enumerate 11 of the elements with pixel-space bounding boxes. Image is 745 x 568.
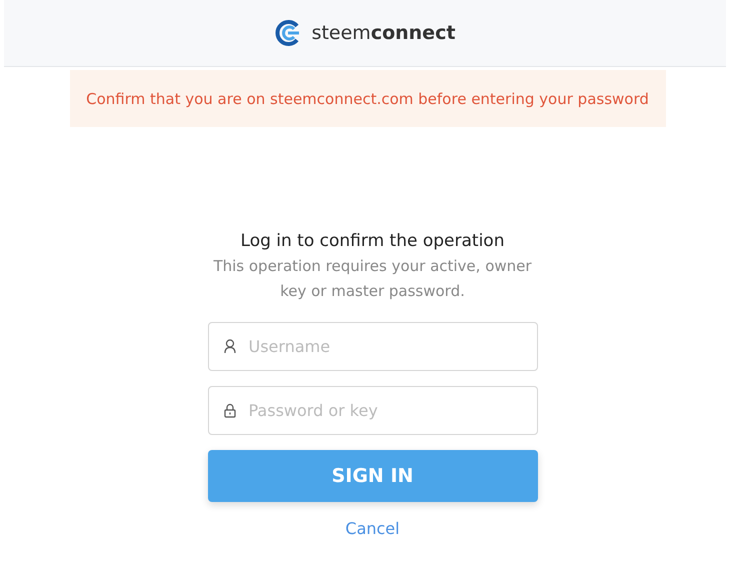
user-icon bbox=[224, 339, 236, 354]
cancel-link[interactable]: Cancel bbox=[345, 519, 400, 538]
lock-icon bbox=[224, 403, 236, 418]
username-field[interactable]: Username bbox=[208, 322, 538, 371]
sign-in-button[interactable]: SIGN IN bbox=[208, 450, 538, 502]
logo-text: steemconnect bbox=[312, 22, 456, 44]
warning-message: Confirm that you are on steemconnect.com before entering your password bbox=[70, 70, 666, 127]
login-subtitle: This operation requires your active, owner key or master password. bbox=[212, 256, 532, 302]
logo-icon bbox=[274, 19, 302, 47]
password-field[interactable]: Password or key bbox=[208, 386, 538, 435]
login-title: Log in to confirm the operation bbox=[240, 230, 504, 253]
